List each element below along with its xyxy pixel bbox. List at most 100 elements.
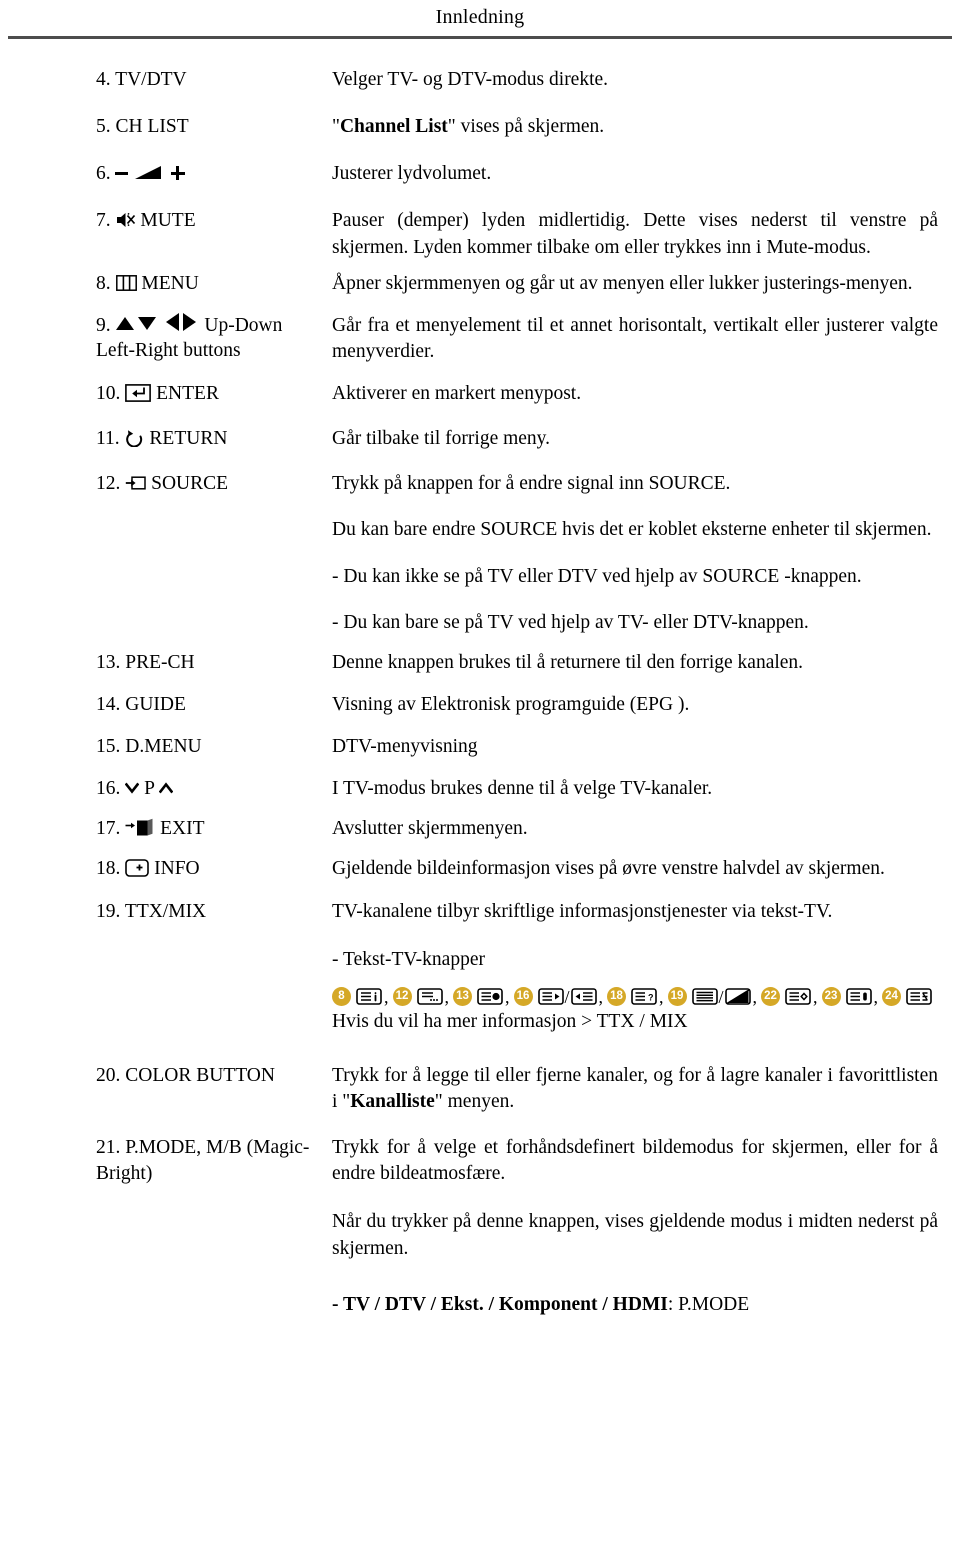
separator: ,: [505, 986, 510, 1007]
separator: ,: [752, 986, 758, 1007]
entry-desc: Du kan bare endre SOURCE hvis det er kob…: [332, 519, 932, 541]
entry-desc-cell: Justerer lydvolumet.: [322, 161, 938, 187]
entry-desc: Pauser (demper) lyden midlertidig. Dette…: [332, 210, 938, 258]
entry-label: SOURCE: [151, 473, 229, 495]
entry-number: 6.: [96, 163, 111, 185]
entry-number: 14.: [96, 693, 121, 715]
separator: /: [564, 986, 570, 1007]
entry-number: 8.: [96, 272, 111, 294]
entry-desc-cell: Velger TV- og DTV-modus direkte.: [322, 67, 938, 93]
entry-desc: DTV-menyvisning: [332, 736, 478, 757]
entry-desc: "Channel List" vises på skjermen.: [332, 116, 605, 138]
arrow-left-icon: [165, 312, 179, 331]
entry-row: 15. D.MENU DTV-menyvisning: [22, 734, 938, 760]
volume-minus-icon: [114, 172, 128, 176]
entry-desc: Åpner skjermmenyen og går ut av menyen e…: [332, 272, 913, 294]
entry-desc: - Du kan ikke se på TV eller DTV ved hje…: [332, 565, 862, 587]
entry-desc-cell: Aktiverer en markert menypost.: [322, 381, 938, 407]
entry-label: PRE-CH: [125, 651, 195, 673]
teletext-button-item: 23: [821, 987, 872, 1007]
entry-desc: Denne knappen brukes til å returnere til…: [332, 651, 804, 673]
entry-number: 20.: [96, 1064, 121, 1086]
entry-desc-cell: TV-kanalene tilbyr skriftlige informasjo…: [322, 899, 938, 1035]
separator: ,: [873, 986, 879, 1007]
ttx-store-icon: [845, 988, 872, 1006]
enter-icon: [125, 384, 152, 402]
entry-row: 8. MENU Åpner skjermmenyen og går ut av …: [22, 271, 938, 297]
entry-desc-cell: Denne knappen brukes til å returnere til…: [322, 650, 938, 676]
ttx-reveal-icon: ?: [631, 988, 657, 1006]
entry-desc: Trykk for å legge til eller fjerne kanal…: [332, 1064, 938, 1113]
entry-number: 15.: [96, 736, 121, 757]
entry-label-cell: 16. P: [22, 776, 322, 801]
entry-number: 21.: [96, 1137, 121, 1159]
entry-desc: I TV-modus brukes denne til å velge TV-k…: [332, 778, 713, 800]
entry-label-cell: 18. INFO: [22, 856, 322, 881]
separator: /: [718, 986, 724, 1007]
entry-label-cell: 5. CH LIST: [22, 114, 322, 139]
entry-label-cell: 19. TTX/MIX: [22, 899, 322, 924]
info-icon: [125, 859, 150, 878]
ttx-next-page-icon: [537, 988, 564, 1006]
entry-label-cell: 13. PRE-CH: [22, 650, 322, 675]
arrow-right-icon: [182, 312, 196, 331]
entry-label: P: [144, 778, 155, 800]
entry-label-cell: 21. P.MODE, M/B (Magic-Bright): [22, 1135, 322, 1186]
entry-row: 12. SOURCE Trykk på knappen for å endre …: [22, 471, 938, 636]
entry-desc: Visning av Elektronisk programguide (EPG…: [332, 693, 690, 715]
svg-text:?: ?: [648, 993, 654, 1003]
entry-number: 10.: [96, 383, 121, 404]
teletext-badge: 23: [821, 987, 841, 1007]
entry-label: D.MENU: [125, 736, 202, 757]
entry-label-cell: 12. SOURCE: [22, 471, 322, 496]
entry-desc-cell: Trykk på knappen for å endre signal inn …: [322, 471, 938, 636]
separator: ,: [384, 986, 389, 1007]
entry-number: 18.: [96, 858, 121, 880]
channel-down-icon: [125, 782, 140, 794]
entry-desc-cell: DTV-menyvisning: [322, 734, 938, 760]
entry-desc-cell: I TV-modus brukes denne til å velge TV-k…: [322, 776, 938, 802]
ttx-hold-icon: [477, 988, 503, 1006]
entry-desc-cell: Går tilbake til forrige meny.: [322, 426, 938, 452]
separator: ,: [659, 986, 664, 1007]
entry-desc: Trykk for å velge et forhåndsdefinert bi…: [332, 1137, 938, 1185]
entry-desc: Avslutter skjermmenyen.: [332, 818, 528, 840]
entry-label-cell: 7. MUTE: [22, 208, 322, 233]
ttx-index-icon: [356, 988, 382, 1006]
entry-number: 19.: [96, 900, 121, 922]
entry-row: 16. P I TV-modus brukes denne til å velg…: [22, 776, 938, 802]
entry-row: 10. ENTER Aktiverer en markert menypost.: [22, 381, 938, 407]
entry-number: 4.: [96, 69, 111, 90]
teletext-button-item: 24: [882, 987, 932, 1007]
document-page: Innledning 4. TV/DTV Velger TV- og DTV-m…: [0, 0, 960, 1553]
separator: ,: [444, 986, 450, 1007]
entry-label: MENU: [141, 272, 199, 294]
entry-label: ENTER: [156, 383, 219, 404]
teletext-subheading: - Tekst-TV-knapper: [332, 948, 485, 970]
entry-row: 20. COLOR BUTTON Trykk for å legge til e…: [22, 1063, 938, 1115]
entry-number: 5.: [96, 116, 111, 138]
teletext-button-item: 8: [332, 987, 382, 1007]
entry-row: 9. Up-Down Left-Right buttons Går fra et…: [22, 312, 938, 365]
entry-desc-cell: Gjeldende bildeinformasjon vises på øvre…: [322, 856, 938, 882]
teletext-button-item: 12: [392, 987, 443, 1007]
entry-label: INFO: [154, 858, 200, 880]
entry-label: TTX/MIX: [124, 900, 207, 922]
entry-desc: Når du trykker på denne knappen, vises g…: [332, 1211, 938, 1259]
ttx-sub-page-icon: [416, 988, 443, 1006]
teletext-badge: 18: [607, 987, 627, 1007]
entry-row: 6. Justerer lydvolumet.: [22, 161, 938, 187]
entry-number: 11.: [96, 428, 120, 450]
entry-row: 4. TV/DTV Velger TV- og DTV-modus direkt…: [22, 67, 938, 93]
entry-label-cell: 15. D.MENU: [22, 734, 322, 759]
entry-row: 13. PRE-CH Denne knappen brukes til å re…: [22, 650, 938, 676]
arrow-up-icon: [115, 316, 134, 330]
mute-icon: [116, 213, 135, 228]
entry-row: 18. INFO Gjeldende bildeinformasjon vise…: [22, 856, 938, 882]
entry-row: 5. CH LIST "Channel List" vises på skjer…: [22, 114, 938, 140]
entry-row: 14. GUIDE Visning av Elektronisk program…: [22, 692, 938, 718]
entry-label-cell: 11. RETURN: [22, 426, 322, 451]
page-header: Innledning: [0, 0, 960, 29]
entry-desc-cell: Avslutter skjermmenyen.: [322, 816, 938, 842]
teletext-badge: 22: [761, 987, 781, 1007]
